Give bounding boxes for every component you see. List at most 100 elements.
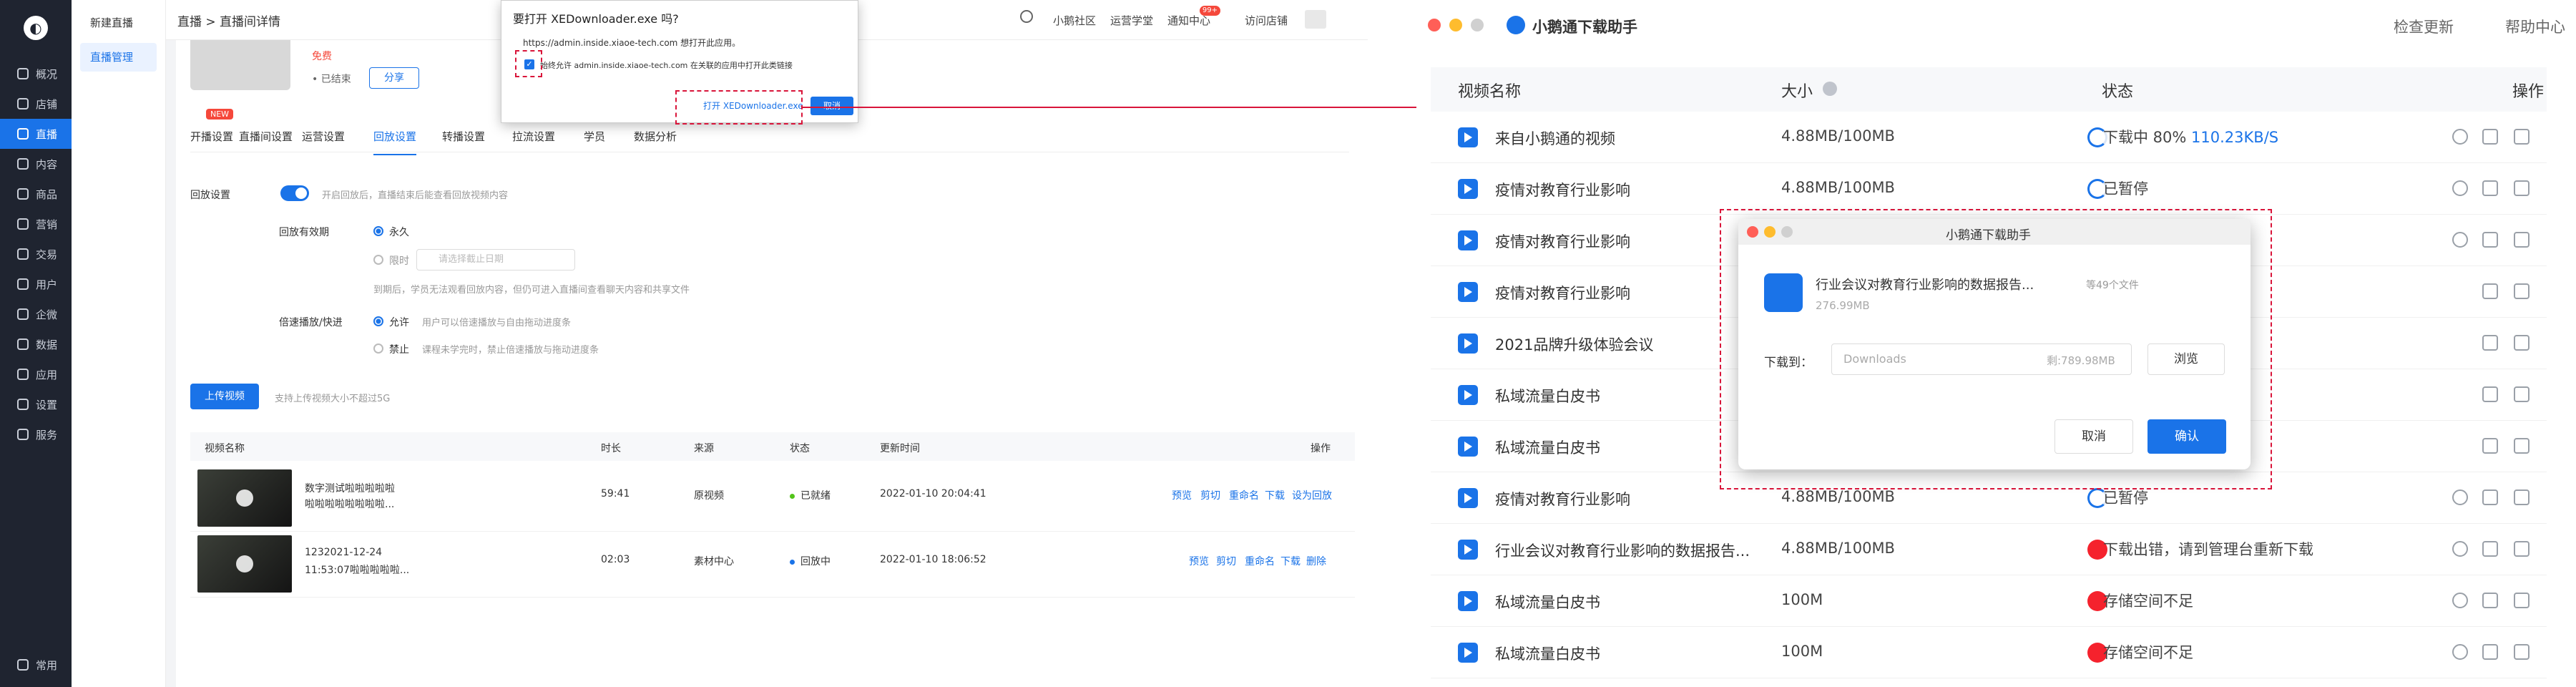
- video-icon: [1458, 127, 1478, 147]
- download-to-label: 下载到：: [1764, 356, 1813, 370]
- folder-icon[interactable]: [2482, 489, 2498, 505]
- download-status: 存储空间不足: [2103, 641, 2193, 663]
- download-name: 疫情对教育行业影响: [1495, 491, 1630, 508]
- download-confirm-modal: 小鹅通下载助手 行业会议对教育行业影响的数据报告... 等49个文件 276.9…: [1738, 219, 2251, 469]
- download-status: 存储空间不足: [2103, 590, 2193, 611]
- modal-confirm-button[interactable]: 确认: [2148, 419, 2226, 454]
- trash-icon[interactable]: [2514, 180, 2530, 196]
- folder-icon[interactable]: [2482, 335, 2498, 351]
- download-row[interactable]: 行业会议对教育行业影响的数据报告... 4.88MB/100MB 下载出错，请到管理…: [1431, 524, 2547, 575]
- download-row[interactable]: 私域流量白皮书 100M 存储空间不足: [1431, 575, 2547, 627]
- download-name: 私域流量白皮书: [1495, 388, 1600, 405]
- download-name: 私域流量白皮书: [1495, 645, 1600, 663]
- folder-icon[interactable]: [2482, 232, 2498, 248]
- col-actions: 操作: [2512, 83, 2545, 101]
- trash-icon[interactable]: [2514, 644, 2530, 660]
- col-status: 状态: [2102, 83, 2134, 101]
- trash-icon[interactable]: [2514, 593, 2530, 608]
- modal-minimize-icon[interactable]: [1764, 226, 1776, 238]
- download-row[interactable]: 私域流量白皮书 100M 存储空间不足: [1431, 627, 2547, 678]
- download-name: 疫情对教育行业影响: [1495, 182, 1630, 199]
- col-size: 大小: [1781, 83, 1813, 101]
- modal-file-count: 等49个文件: [2086, 280, 2139, 291]
- download-status: 已暂停: [2103, 177, 2148, 199]
- download-path-input[interactable]: Downloads 剩:789.98MB: [1831, 344, 2132, 375]
- video-icon: [1458, 437, 1478, 457]
- check-update-link[interactable]: 检查更新: [2394, 16, 2454, 37]
- folder-icon[interactable]: [2482, 541, 2498, 557]
- path-value: Downloads: [1843, 352, 1906, 366]
- download-name: 2021品牌升级体验会议: [1495, 336, 1654, 354]
- video-icon: [1458, 179, 1478, 199]
- video-icon: [1458, 385, 1478, 405]
- window-close-icon[interactable]: [1428, 19, 1441, 31]
- play-icon[interactable]: [2452, 180, 2468, 196]
- download-size: 4.88MB/100MB: [1781, 540, 1895, 557]
- modal-title: 小鹅通下载助手: [1946, 228, 2031, 243]
- modal-file-size: 276.99MB: [1816, 299, 1870, 312]
- col-name: 视频名称: [1458, 83, 1522, 101]
- download-size: 4.88MB/100MB: [1781, 179, 1895, 196]
- video-icon: [1458, 591, 1478, 611]
- status-text: 已暂停: [2103, 489, 2148, 507]
- download-name: 疫情对教育行业影响: [1495, 285, 1630, 302]
- status-text: 存储空间不足: [2103, 644, 2193, 661]
- trash-icon[interactable]: [2514, 386, 2530, 402]
- status-text: 下载中 80%: [2103, 129, 2187, 146]
- download-status: 已暂停: [2103, 487, 2148, 508]
- status-text: 下载出错，请到管理台重新下载: [2103, 541, 2313, 558]
- browse-button[interactable]: 浏览: [2148, 344, 2225, 375]
- trash-icon[interactable]: [2514, 129, 2530, 145]
- download-speed: 110.23KB/S: [2191, 129, 2279, 146]
- help-center-link[interactable]: 帮助中心: [2505, 16, 2565, 37]
- download-size: 100M: [1781, 643, 1823, 660]
- play-icon[interactable]: [2452, 541, 2468, 557]
- status-text: 存储空间不足: [2103, 593, 2193, 610]
- play-icon[interactable]: [2452, 232, 2468, 248]
- play-icon[interactable]: [2452, 593, 2468, 608]
- modal-cancel-button[interactable]: 取消: [2055, 419, 2133, 454]
- pause-icon[interactable]: [2452, 129, 2468, 145]
- folder-icon[interactable]: [2482, 644, 2498, 660]
- trash-icon[interactable]: [2514, 438, 2530, 454]
- download-status: 下载中 80% 110.23KB/S: [2103, 126, 2278, 147]
- modal-close-icon[interactable]: [1747, 226, 1758, 238]
- download-name: 行业会议对教育行业影响的数据报告...: [1495, 542, 1750, 560]
- play-icon[interactable]: [2452, 489, 2468, 505]
- trash-icon[interactable]: [2514, 283, 2530, 299]
- folder-icon[interactable]: [2482, 593, 2498, 608]
- info-icon[interactable]: [1823, 82, 1837, 96]
- download-row[interactable]: 来自小鹅通的视频 4.88MB/100MB 下载中 80% 110.23KB/S: [1431, 112, 2547, 163]
- folder-icon[interactable]: [2482, 129, 2498, 145]
- video-icon: [1458, 488, 1478, 508]
- video-icon: [1458, 230, 1478, 250]
- window-minimize-icon[interactable]: [1449, 19, 1462, 31]
- download-name: 疫情对教育行业影响: [1495, 233, 1630, 250]
- folder-icon[interactable]: [2482, 180, 2498, 196]
- download-name: 私域流量白皮书: [1495, 439, 1600, 457]
- window-zoom-icon[interactable]: [1471, 19, 1484, 31]
- download-name: 私域流量白皮书: [1495, 594, 1600, 611]
- trash-icon[interactable]: [2514, 541, 2530, 557]
- modal-zoom-icon[interactable]: [1781, 226, 1793, 238]
- folder-icon[interactable]: [2482, 386, 2498, 402]
- download-row[interactable]: 疫情对教育行业影响 4.88MB/100MB 已暂停: [1431, 163, 2547, 215]
- folder-icon[interactable]: [2482, 283, 2498, 299]
- trash-icon[interactable]: [2514, 489, 2530, 505]
- remaining-space: 剩:789.98MB: [2047, 354, 2115, 367]
- folder-icon[interactable]: [2482, 438, 2498, 454]
- video-icon: [1458, 540, 1478, 560]
- video-icon: [1458, 333, 1478, 354]
- download-size: 4.88MB/100MB: [1781, 488, 1895, 505]
- download-size: 100M: [1781, 591, 1823, 608]
- download-size: 4.88MB/100MB: [1781, 127, 1895, 145]
- download-name: 来自小鹅通的视频: [1495, 130, 1615, 147]
- helper-logo-icon: [1507, 16, 1525, 34]
- download-status: 下载出错，请到管理台重新下载: [2103, 538, 2313, 560]
- video-icon: [1458, 643, 1478, 663]
- video-file-icon: [1764, 273, 1803, 312]
- modal-file-name: 行业会议对教育行业影响的数据报告...: [1816, 278, 2034, 293]
- trash-icon[interactable]: [2514, 335, 2530, 351]
- trash-icon[interactable]: [2514, 232, 2530, 248]
- play-icon[interactable]: [2452, 644, 2468, 660]
